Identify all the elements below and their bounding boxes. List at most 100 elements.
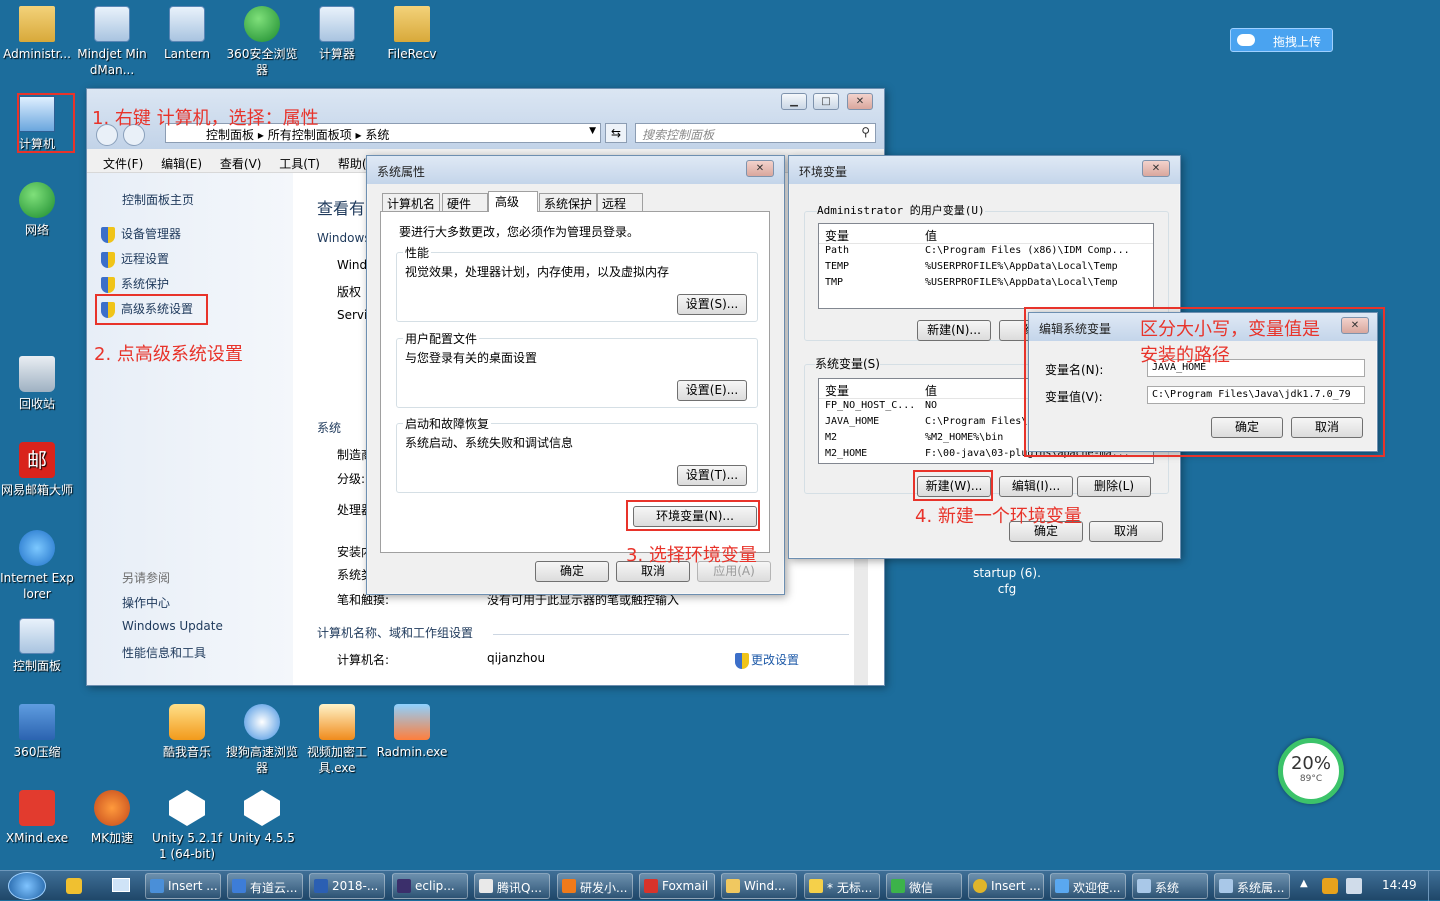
windows-update-link[interactable]: Windows Update [122, 619, 223, 633]
variable-value-field[interactable]: C:\Program Files\Java\jdk1.7.0_79 [1147, 386, 1365, 404]
cloud-icon [1055, 879, 1069, 893]
breadcrumb-all-items[interactable]: 所有控制面板项 [268, 128, 352, 142]
desktop-icon-360browser[interactable]: 360安全浏览器 [225, 6, 299, 78]
tab-hardware[interactable]: 硬件 [442, 193, 488, 211]
ok-button[interactable]: 确定 [535, 561, 609, 582]
refresh-icon[interactable]: ⇆ [605, 123, 627, 143]
desktop-icon-network[interactable]: 网络 [0, 182, 74, 238]
performance-info-link[interactable]: 性能信息和工具 [122, 644, 206, 661]
foxmail-icon [644, 879, 658, 893]
taskbar-item[interactable]: Insert ... [145, 873, 221, 899]
tray-network-icon[interactable] [1346, 878, 1362, 894]
desktop-icon-computer[interactable]: 计算机 [0, 96, 74, 152]
startup-settings-button[interactable]: 设置(T)... [677, 465, 747, 486]
tab-computer-name[interactable]: 计算机名 [382, 193, 440, 211]
close-button[interactable]: ✕ [746, 160, 774, 177]
taskbar-item[interactable]: 系统 [1132, 873, 1208, 899]
user-new-button[interactable]: 新建(N)... [917, 320, 991, 341]
desktop-icon-control-panel[interactable]: 控制面板 [0, 618, 74, 674]
desktop-icon-unity-4[interactable]: Unity 4.5.5 [225, 790, 299, 846]
upload-button[interactable]: 拖拽上传 [1230, 28, 1333, 52]
desktop-icon-filerecv[interactable]: FileRecv [375, 6, 449, 62]
desktop-icon-kuwo[interactable]: 酷我音乐 [150, 704, 224, 760]
menu-edit[interactable]: 编辑(E) [161, 157, 202, 171]
action-center-link[interactable]: 操作中心 [122, 594, 170, 611]
desktop-icon-mindjet[interactable]: Mindjet MindMan... [75, 6, 149, 78]
show-desktop-icon[interactable] [112, 878, 130, 892]
col-value[interactable]: 值 [925, 227, 937, 244]
table-row[interactable]: Path C:\Program Files (x86)\IDM Comp... [819, 244, 1153, 260]
maximize-button[interactable]: □ [813, 93, 839, 110]
close-button[interactable]: ✕ [1142, 160, 1170, 177]
system-edit-button[interactable]: 编辑(I)... [999, 476, 1073, 497]
desktop-icon-lantern[interactable]: Lantern [150, 6, 224, 62]
user-variables-table[interactable]: 变量 值 Path C:\Program Files (x86)\IDM Comp… [818, 223, 1154, 309]
profile-settings-button[interactable]: 设置(E)... [677, 380, 747, 401]
desktop-icon-video-encrypt[interactable]: 视频加密工具.exe [300, 704, 374, 776]
tab-advanced[interactable]: 高级 [488, 191, 538, 212]
start-button[interactable] [8, 872, 46, 900]
desktop-icon-recycle-bin[interactable]: 回收站 [0, 356, 74, 412]
col-variable[interactable]: 变量 [825, 227, 849, 244]
tab-system-protection[interactable]: 系统保护 [539, 193, 597, 211]
taskbar-item[interactable]: Insert ... [968, 873, 1044, 899]
taskbar-item[interactable]: 研发小... [557, 873, 633, 899]
taskbar-item[interactable]: Foxmail [639, 873, 715, 899]
control-panel-home-link[interactable]: 控制面板主页 [122, 191, 194, 208]
system-protection-link[interactable]: 系统保护 [101, 275, 169, 293]
show-desktop-strip[interactable] [1428, 871, 1440, 901]
clock[interactable]: 14:49 [1382, 878, 1417, 892]
table-row[interactable]: TMP %USERPROFILE%\AppData\Local\Temp [819, 276, 1153, 292]
col-value[interactable]: 值 [925, 382, 937, 399]
performance-gauge[interactable]: 20% 89°C [1278, 738, 1344, 804]
taskbar-item[interactable]: 有道云... [227, 873, 303, 899]
menu-file[interactable]: 文件(F) [103, 157, 143, 171]
cancel-button[interactable]: 取消 [1089, 521, 1163, 542]
chevron-down-icon[interactable]: ▼ [589, 126, 596, 136]
tab-remote[interactable]: 远程 [597, 193, 643, 211]
advanced-system-settings-link[interactable]: 高级系统设置 [101, 300, 193, 318]
minimize-button[interactable]: ▁ [781, 93, 807, 110]
taskbar-item[interactable]: eclip... [392, 873, 468, 899]
desktop-icon-unity-5[interactable]: Unity 5.2.1f1 (64-bit) [150, 790, 224, 862]
desktop-icon-administrator[interactable]: Administr... [0, 6, 74, 62]
desktop-icon-radmin[interactable]: Radmin.exe [375, 704, 449, 760]
desktop-icon-mk[interactable]: MK加速 [75, 790, 149, 846]
ok-button[interactable]: 确定 [1211, 417, 1283, 438]
close-button[interactable]: ✕ [1341, 317, 1369, 334]
tray-expand-icon[interactable]: ▲ [1300, 878, 1308, 889]
taskbar-item[interactable]: 2018-... [309, 873, 385, 899]
taskbar-item[interactable]: 系统属... [1214, 873, 1290, 899]
taskbar-item[interactable]: 欢迎使... [1050, 873, 1126, 899]
taskbar-item[interactable]: * 无标... [804, 873, 880, 899]
breadcrumb-system[interactable]: 系统 [365, 128, 389, 142]
environment-variables-button[interactable]: 环境变量(N)... [633, 506, 757, 527]
table-row[interactable]: TEMP %USERPROFILE%\AppData\Local\Temp [819, 260, 1153, 276]
breadcrumb-control-panel[interactable]: 控制面板 [206, 128, 254, 142]
performance-settings-button[interactable]: 设置(S)... [677, 294, 747, 315]
col-variable[interactable]: 变量 [825, 382, 849, 399]
remote-settings-link[interactable]: 远程设置 [101, 250, 169, 268]
close-button[interactable]: ✕ [847, 93, 873, 110]
desktop-icon-sogou[interactable]: 搜狗高速浏览器 [225, 704, 299, 776]
taskbar-item[interactable]: Wind... [721, 873, 797, 899]
taskbar-label: 系统 [1155, 881, 1180, 895]
search-input[interactable]: 搜索控制面板 ⚲ [635, 123, 876, 143]
menu-view[interactable]: 查看(V) [220, 157, 262, 171]
taskbar-item[interactable]: 腾讯Q... [474, 873, 550, 899]
system-delete-button[interactable]: 删除(L) [1077, 476, 1151, 497]
change-settings-link[interactable]: 更改设置 [735, 651, 799, 669]
desktop-file-startup-cfg[interactable]: startup (6).cfg [970, 565, 1044, 597]
desktop-icon-xmind[interactable]: XMind.exe [0, 790, 74, 846]
tray-app-icon[interactable] [1322, 878, 1338, 894]
desktop-icon-360zip[interactable]: 360压缩 [0, 704, 74, 760]
taskbar-item[interactable]: 微信 [886, 873, 962, 899]
desktop-icon-ie[interactable]: Internet Explorer [0, 530, 74, 602]
system-new-button[interactable]: 新建(W)... [917, 476, 991, 497]
desktop-icon-netease-mail[interactable]: 邮 网易邮箱大师 [0, 442, 74, 498]
quicklaunch-icon[interactable] [66, 878, 82, 894]
desktop-icon-calculator[interactable]: 计算器 [300, 6, 374, 62]
cancel-button[interactable]: 取消 [1291, 417, 1363, 438]
menu-tools[interactable]: 工具(T) [279, 157, 320, 171]
device-manager-link[interactable]: 设备管理器 [101, 225, 181, 243]
